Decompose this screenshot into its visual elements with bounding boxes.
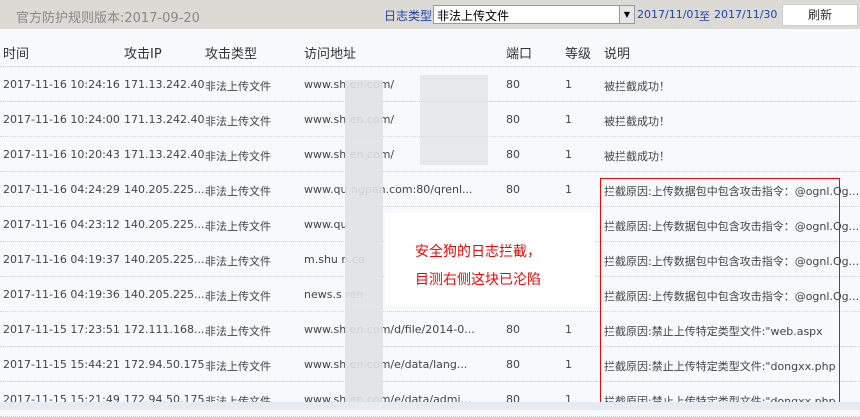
cell-port: 80 [506, 358, 520, 371]
col-level: 等级 [565, 47, 592, 62]
cell-time: 2017-11-15 15:44:21 [3, 358, 120, 371]
log-type-label: 日志类型: [384, 9, 437, 23]
col-port: 端口 [506, 47, 533, 62]
cell-type: 非法上传文件 [205, 220, 271, 233]
cell-url: www.sh en.com/e/data/lang... [304, 358, 468, 371]
cell-type: 非法上传文件 [205, 325, 271, 338]
cell-type: 非法上传文件 [205, 185, 271, 198]
cell-time: 2017-11-16 04:23:12 [3, 218, 120, 231]
col-time: 时间 [3, 47, 30, 62]
date-to[interactable]: 2017/11/30 [714, 8, 777, 21]
cell-type: 非法上传文件 [205, 255, 271, 268]
cell-port: 80 [506, 148, 520, 161]
annotation-line-1: 安全狗的日志拦截， [415, 244, 541, 260]
cell-ip: 172.94.50.175 [124, 358, 205, 371]
cell-port: 80 [506, 113, 520, 126]
cell-port: 80 [506, 183, 520, 196]
cell-url: www.qu [304, 218, 348, 231]
cell-level: 1 [565, 78, 572, 91]
cell-time: 2017-11-16 04:19:36 [3, 288, 120, 301]
cell-level: 1 [565, 148, 572, 161]
cell-time: 2017-11-16 10:24:16 [3, 78, 120, 91]
cell-time: 2017-11-16 04:19:37 [3, 253, 120, 266]
cell-ip: 140.205.225.... [124, 288, 208, 301]
cell-ip: 140.205.225.... [124, 183, 208, 196]
cell-time: 2017-11-16 10:24:00 [3, 113, 120, 126]
annotation-line-2: 目测右侧这块已沦陷 [415, 272, 541, 288]
date-separator: 至 [699, 10, 710, 23]
cell-url: www.qu ngpan.com:80/qrenl... [304, 183, 473, 196]
cell-type: 非法上传文件 [205, 80, 271, 93]
cell-ip: 140.205.225.... [124, 253, 208, 266]
cell-time: 2017-11-16 10:20:43 [3, 148, 120, 161]
chevron-down-icon[interactable]: ▼ [619, 6, 634, 23]
cell-url: www.sh en.com/d/file/2014-0... [304, 323, 475, 336]
cell-type: 非法上传文件 [205, 150, 271, 163]
scrollbar-area[interactable] [0, 402, 860, 410]
cell-ip: 171.13.242.40 [124, 148, 205, 161]
cell-ip: 171.13.242.40 [124, 78, 205, 91]
rule-version: 官方防护规则版本:2017-09-20 [16, 11, 200, 26]
col-ip: 攻击IP [124, 47, 162, 62]
cell-time: 2017-11-15 17:23:51 [3, 323, 120, 336]
col-desc: 说明 [604, 47, 631, 62]
cell-level: 1 [565, 358, 572, 371]
cell-level: 1 [565, 183, 572, 196]
cell-level: 1 [565, 113, 572, 126]
col-url: 访问地址 [304, 47, 357, 62]
cell-type: 非法上传文件 [205, 290, 271, 303]
col-type: 攻击类型 [205, 47, 258, 62]
cell-ip: 172.111.168.... [124, 323, 208, 336]
top-toolbar: 官方防护规则版本:2017-09-20 日志类型: 非法上传文件 ▼ 2017/1… [0, 0, 860, 29]
log-type-select[interactable]: 非法上传文件 ▼ [433, 5, 635, 24]
cell-level: 1 [565, 323, 572, 336]
annotation-box: 安全狗的日志拦截， 目测右侧这块已沦陷 [385, 213, 595, 305]
cell-ip: 140.205.225.... [124, 218, 208, 231]
cell-time: 2017-11-16 04:24:29 [3, 183, 120, 196]
refresh-button[interactable]: 刷新 [782, 4, 858, 26]
date-from[interactable]: 2017/11/01 [637, 8, 700, 21]
redaction-blur [345, 80, 383, 405]
highlight-box [600, 178, 840, 406]
cell-desc: 被拦截成功！ [604, 150, 670, 163]
cell-type: 非法上传文件 [205, 115, 271, 128]
redaction-blur [420, 75, 488, 165]
log-type-value: 非法上传文件 [437, 9, 510, 23]
cell-port: 80 [506, 78, 520, 91]
cell-ip: 171.13.242.40 [124, 113, 205, 126]
cell-type: 非法上传文件 [205, 360, 271, 373]
cell-desc: 被拦截成功！ [604, 80, 670, 93]
cell-desc: 被拦截成功！ [604, 115, 670, 128]
cell-port: 80 [506, 323, 520, 336]
